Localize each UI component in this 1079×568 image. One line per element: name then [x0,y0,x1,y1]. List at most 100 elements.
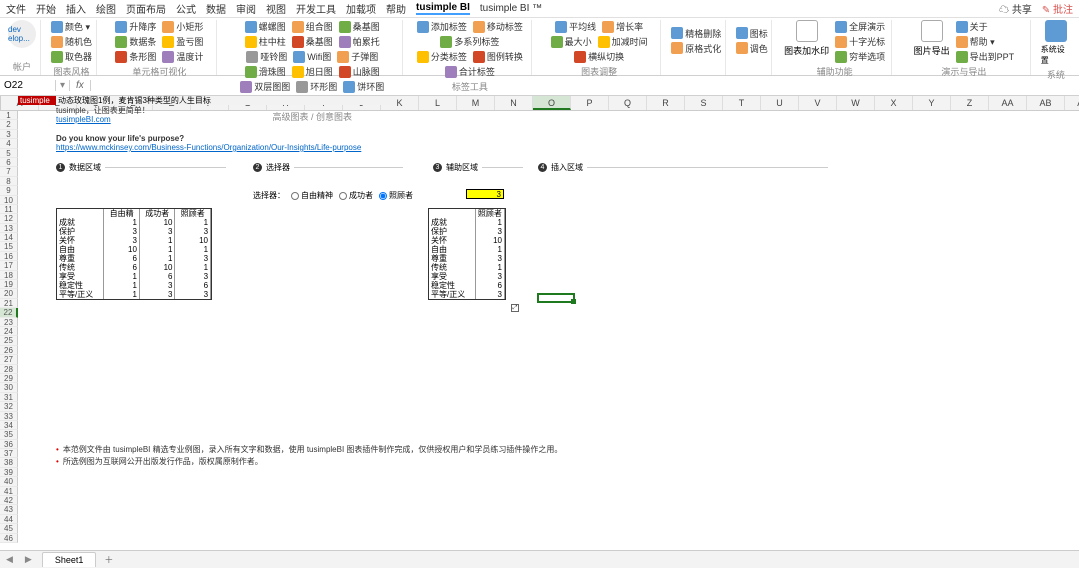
row-header[interactable]: 42 [0,496,18,505]
name-box[interactable]: O22 [0,80,56,91]
row-header[interactable]: 8 [0,177,18,186]
ribbon-btn[interactable]: 山脉图 [339,65,380,78]
row-header[interactable]: 25 [0,336,18,345]
ribbon-btn[interactable]: 图标 [736,27,768,40]
system-settings-button[interactable]: 系统设置 [1041,20,1071,66]
ribbon-btn[interactable]: 移动标签 [473,20,523,33]
ribbon-btn[interactable]: 饼环图 [343,80,384,93]
link-mckinsey[interactable]: https://www.mckinsey.com/Business-Functi… [56,143,361,152]
row-header[interactable]: 18 [0,271,18,280]
row-header[interactable]: 41 [0,487,18,496]
ribbon-btn[interactable]: 横纵切换 [574,50,624,63]
row-header[interactable]: 4 [0,139,18,148]
menu-formula[interactable]: 公式 [176,1,196,16]
ribbon-btn[interactable]: 桑基图 [339,20,380,33]
row-header[interactable]: 36 [0,440,18,449]
ribbon-btn[interactable]: 哑铃图 [246,50,287,63]
row-header[interactable]: 31 [0,393,18,402]
share-button[interactable]: ☁ 共享 [999,1,1032,16]
ribbon-btn[interactable]: Wifi图 [293,50,331,63]
ribbon-btn[interactable]: 双层图图 [240,80,290,93]
row-header[interactable]: 35 [0,430,18,439]
ribbon-btn[interactable]: 帕累托 [339,35,380,48]
menu-view[interactable]: 视图 [266,1,286,16]
sheet-tab-1[interactable]: Sheet1 [42,552,97,567]
namebox-dropdown[interactable]: ▾ [56,80,70,91]
ribbon-btn[interactable]: 螺螺图 [245,20,286,33]
row-header[interactable]: 43 [0,505,18,514]
row-header[interactable]: 26 [0,346,18,355]
ribbon-btn[interactable]: 平均线 [555,20,596,33]
row-header[interactable]: 16 [0,252,18,261]
row-header[interactable]: 20 [0,289,18,298]
row-header[interactable]: 14 [0,233,18,242]
color-button[interactable]: 颜色 ▾ [51,20,90,33]
row-header[interactable]: 13 [0,224,18,233]
ribbon-btn[interactable]: 精格删除 [671,27,721,40]
row-header[interactable]: 7 [0,167,18,176]
ribbon-btn[interactable]: 滑珠图 [245,65,286,78]
row-header[interactable]: 6 [0,158,18,167]
row-header[interactable]: 24 [0,327,18,336]
row-header[interactable]: 9 [0,186,18,195]
menu-tusimple-bi-tm[interactable]: tusimple BI ™ [480,3,542,14]
row-header[interactable]: 11 [0,205,18,214]
sheet-nav-next[interactable]: ▶ [19,554,38,565]
avatar[interactable]: dev elop... [8,20,36,48]
ribbon-btn[interactable]: 原格式化 [671,42,721,55]
menu-insert[interactable]: 插入 [66,1,86,16]
ribbon-btn[interactable]: 多系列标签 [440,35,499,48]
menu-help[interactable]: 帮助 [386,1,406,16]
radio-option-1[interactable]: 自由精神 [291,190,333,201]
ribbon-btn[interactable]: 图例转换 [473,50,523,63]
ribbon-btn[interactable]: 十字光标 [835,35,885,48]
menu-data[interactable]: 数据 [206,1,226,16]
ribbon-btn[interactable]: 桑基图 [292,35,333,48]
ribbon-btn[interactable]: 合计标签 [445,65,495,78]
row-header[interactable]: 2 [0,120,18,129]
ribbon-btn[interactable]: 组合图 [292,20,333,33]
row-header[interactable]: 3 [0,130,18,139]
ribbon-btn[interactable]: 子弹图 [337,50,378,63]
radio-option-2[interactable]: 成功者 [339,190,373,201]
row-header[interactable]: 21 [0,299,18,308]
link-tusimplebi[interactable]: tusimpleBI.com [56,115,111,124]
object-handle[interactable]: ⤢ [511,304,519,312]
row-header[interactable]: 38 [0,458,18,467]
bar-mini-button[interactable]: 条形图 [115,50,156,63]
row-header[interactable]: 45 [0,524,18,533]
row-header[interactable]: 28 [0,365,18,374]
ribbon-btn[interactable]: 分类标签 [417,50,467,63]
menu-addin[interactable]: 加载项 [346,1,376,16]
databar-button[interactable]: 数据条 [115,35,156,48]
ribbon-btn[interactable]: 全屏演示 [835,20,885,33]
row-header[interactable]: 32 [0,402,18,411]
sheet-add-button[interactable]: ＋ [96,553,121,566]
ribbon-btn[interactable]: 旭日图 [292,65,333,78]
ribbon-btn[interactable]: 添加标签 [417,20,467,33]
radio-option-3[interactable]: 照顾者 [379,190,413,201]
thermo-button[interactable]: 温度计 [162,50,203,63]
eyedropper-button[interactable]: 取色器 [51,50,92,63]
random-color-button[interactable]: 随机色 [51,35,92,48]
menu-dev[interactable]: 开发工具 [296,1,336,16]
row-header[interactable]: 15 [0,242,18,251]
comment-button[interactable]: ✎ 批注 [1042,1,1073,16]
ribbon-btn[interactable]: 导出到PPT [956,50,1015,63]
ribbon-btn[interactable]: 帮助 ▾ [956,35,995,48]
row-header[interactable]: 27 [0,355,18,364]
ribbon-btn[interactable]: 穷举选项 [835,50,885,63]
winloss-button[interactable]: 盈亏图 [162,35,203,48]
row-header[interactable]: 40 [0,477,18,486]
row-header[interactable]: 17 [0,261,18,270]
ribbon-btn[interactable]: 调色 [736,42,768,55]
row-header[interactable]: 12 [0,214,18,223]
row-header[interactable]: 22 [0,308,18,317]
row-header[interactable]: 5 [0,149,18,158]
menu-review[interactable]: 审阅 [236,1,256,16]
menu-file[interactable]: 文件 [6,1,26,16]
sort-button[interactable]: 升降序 [115,20,156,33]
ribbon-btn[interactable]: 环形图 [296,80,337,93]
row-header[interactable]: 1 [0,111,18,120]
ribbon-btn[interactable]: 柱中柱 [245,35,286,48]
